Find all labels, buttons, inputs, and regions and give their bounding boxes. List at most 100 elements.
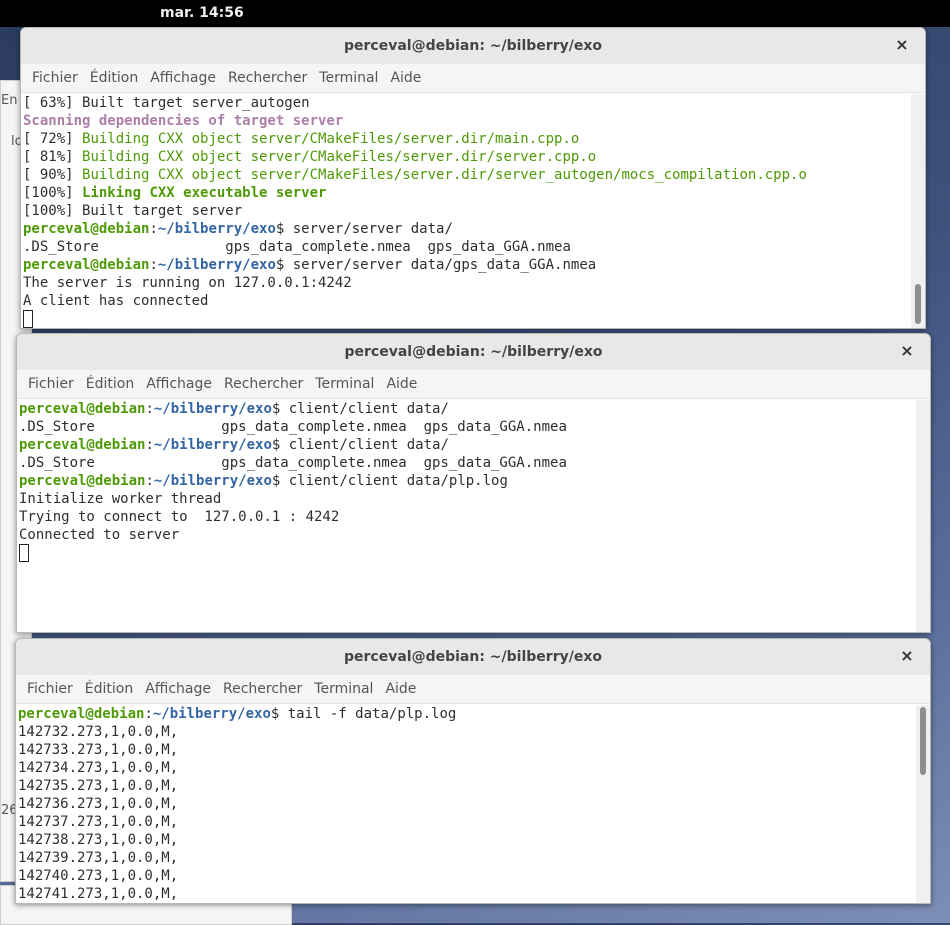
menu-terminal[interactable]: Terminal (315, 370, 374, 398)
terminal-text: 142740.273,1,0.0,M, (18, 868, 179, 884)
terminal-window-server[interactable]: perceval@debian: ~/bilberry/exo × Fichie… (20, 27, 926, 329)
menu-affichage[interactable]: Affichage (145, 675, 211, 703)
terminal-text: ~/bilberry/exo (153, 401, 272, 417)
terminal-line: 142733.273,1,0.0,M, (18, 741, 916, 759)
menu-fichier[interactable]: Fichier (32, 64, 78, 92)
terminal-text: : (145, 473, 154, 489)
menu-affichage[interactable]: Affichage (146, 370, 212, 398)
terminal-line (19, 544, 916, 562)
terminal-text: The server is running on 127.0.0.1:4242 (23, 275, 352, 291)
menu-aide[interactable]: Aide (385, 675, 416, 703)
terminal-text: : (149, 257, 158, 273)
text-cursor (19, 544, 29, 562)
terminal-text: perceval@debian (19, 401, 146, 417)
terminal-line: perceval@debian:~/bilberry/exo$ client/c… (19, 400, 916, 418)
terminal-text: 142733.273,1,0.0,M, (18, 742, 179, 758)
terminal-line: 142734.273,1,0.0,M, (18, 759, 916, 777)
terminal-line: Trying to connect to 127.0.0.1 : 4242 (19, 508, 916, 526)
window-title: perceval@debian: ~/bilberry/exo (344, 649, 602, 665)
menu-bar: Fichier Édition Affichage Rechercher Termina… (21, 64, 925, 93)
terminal-line: Initialize worker thread (19, 490, 916, 508)
close-icon[interactable]: × (893, 36, 911, 54)
menu-aide[interactable]: Aide (390, 64, 421, 92)
terminal-line: perceval@debian:~/bilberry/exo$ client/c… (19, 436, 916, 454)
terminal-text: Connected to server (19, 527, 180, 543)
terminal-text: : (149, 221, 158, 237)
title-bar[interactable]: perceval@debian: ~/bilberry/exo × (21, 28, 925, 65)
scrollbar[interactable] (911, 94, 925, 328)
menu-rechercher[interactable]: Rechercher (224, 370, 303, 398)
terminal-text: perceval@debian (18, 706, 145, 722)
terminal-text: [ 63%] Built target server_autogen (23, 95, 310, 111)
terminal-text: perceval@debian (23, 221, 150, 237)
menu-edition[interactable]: Édition (86, 370, 134, 398)
menu-fichier[interactable]: Fichier (28, 370, 74, 398)
terminal-output[interactable]: perceval@debian:~/bilberry/exo$ tail -f … (18, 705, 916, 903)
terminal-text: 142734.273,1,0.0,M, (18, 760, 179, 776)
menu-edition[interactable]: Édition (85, 675, 133, 703)
menu-rechercher[interactable]: Rechercher (223, 675, 302, 703)
terminal-text: .DS_Store gps_data_complete.nmea gps_dat… (23, 239, 571, 255)
terminal-text: $ server/server data/ (275, 221, 453, 237)
scrollbar[interactable] (916, 705, 930, 903)
terminal-text: [100%] (23, 185, 83, 201)
menu-edition[interactable]: Édition (90, 64, 138, 92)
scrollbar-thumb[interactable] (915, 284, 921, 324)
terminal-window-tail[interactable]: perceval@debian: ~/bilberry/exo × Fichie… (15, 638, 931, 904)
terminal-text: ~/bilberry/exo (157, 257, 276, 273)
close-icon[interactable]: × (898, 647, 916, 665)
terminal-output[interactable]: perceval@debian:~/bilberry/exo$ client/c… (19, 400, 916, 632)
terminal-text: perceval@debian (23, 257, 150, 273)
terminal-output[interactable]: [ 63%] Built target server_autogen Scanni… (23, 94, 911, 328)
menu-bar: Fichier Édition Affichage Rechercher Termina… (17, 370, 930, 399)
menu-terminal[interactable]: Terminal (319, 64, 378, 92)
terminal-text: : (145, 437, 154, 453)
close-icon[interactable]: × (898, 342, 916, 360)
terminal-line: .DS_Store gps_data_complete.nmea gps_dat… (19, 418, 916, 436)
terminal-line: 142735.273,1,0.0,M, (18, 777, 916, 795)
terminal-line: The server is running on 127.0.0.1:4242 (23, 274, 911, 292)
terminal-text: perceval@debian (19, 473, 146, 489)
terminal-line: A client has connected (23, 292, 911, 310)
terminal-text: Scanning dependencies of target server (23, 113, 344, 129)
terminal-text: .DS_Store gps_data_complete.nmea gps_dat… (19, 419, 567, 435)
terminal-text: .DS_Store gps_data_complete.nmea gps_dat… (19, 455, 567, 471)
terminal-text: 142741.273,1,0.0,M, (18, 886, 179, 902)
terminal-line: .DS_Store gps_data_complete.nmea gps_dat… (19, 454, 916, 472)
terminal-line: 142740.273,1,0.0,M, (18, 867, 916, 885)
terminal-line: [100%] Built target server (23, 202, 911, 220)
terminal-text: : (145, 401, 154, 417)
scrollbar-thumb[interactable] (920, 707, 926, 775)
terminal-text: $ client/client data/plp.log (271, 473, 508, 489)
terminal-text: Trying to connect to 127.0.0.1 : 4242 (19, 509, 340, 525)
terminal-line: 142741.273,1,0.0,M, (18, 885, 916, 903)
terminal-text: [ 72%] (23, 131, 83, 147)
terminal-text: $ server/server data/gps_data_GGA.nmea (275, 257, 597, 273)
menu-aide[interactable]: Aide (386, 370, 417, 398)
menu-rechercher[interactable]: Rechercher (228, 64, 307, 92)
background-fragment: En (1, 93, 18, 108)
terminal-text: Linking CXX executable server (82, 185, 327, 201)
scrollbar[interactable] (916, 400, 930, 632)
terminal-line: perceval@debian:~/bilberry/exo$ tail -f … (18, 705, 916, 723)
terminal-text: perceval@debian (19, 437, 146, 453)
terminal-window-client[interactable]: perceval@debian: ~/bilberry/exo × Fichie… (16, 333, 931, 633)
terminal-text: Building CXX object server/CMakeFiles/se… (82, 131, 580, 147)
menu-fichier[interactable]: Fichier (27, 675, 73, 703)
menu-terminal[interactable]: Terminal (314, 675, 373, 703)
terminal-text: A client has connected (23, 293, 209, 309)
text-cursor (23, 310, 33, 328)
terminal-line: [ 81%] Building CXX object server/CMakeF… (23, 148, 911, 166)
clock[interactable]: mar. 14:56 (160, 5, 244, 21)
terminal-line: 142738.273,1,0.0,M, (18, 831, 916, 849)
terminal-line: [ 63%] Built target server_autogen (23, 94, 911, 112)
terminal-line: .DS_Store gps_data_complete.nmea gps_dat… (23, 238, 911, 256)
title-bar[interactable]: perceval@debian: ~/bilberry/exo × (17, 334, 930, 371)
terminal-text: [100%] Built target server (23, 203, 243, 219)
terminal-line: 142736.273,1,0.0,M, (18, 795, 916, 813)
menu-affichage[interactable]: Affichage (150, 64, 216, 92)
title-bar[interactable]: perceval@debian: ~/bilberry/exo × (16, 639, 930, 676)
terminal-text: 142732.273,1,0.0,M, (18, 724, 179, 740)
terminal-text: $ client/client data/ (271, 437, 449, 453)
terminal-line: Scanning dependencies of target server (23, 112, 911, 130)
